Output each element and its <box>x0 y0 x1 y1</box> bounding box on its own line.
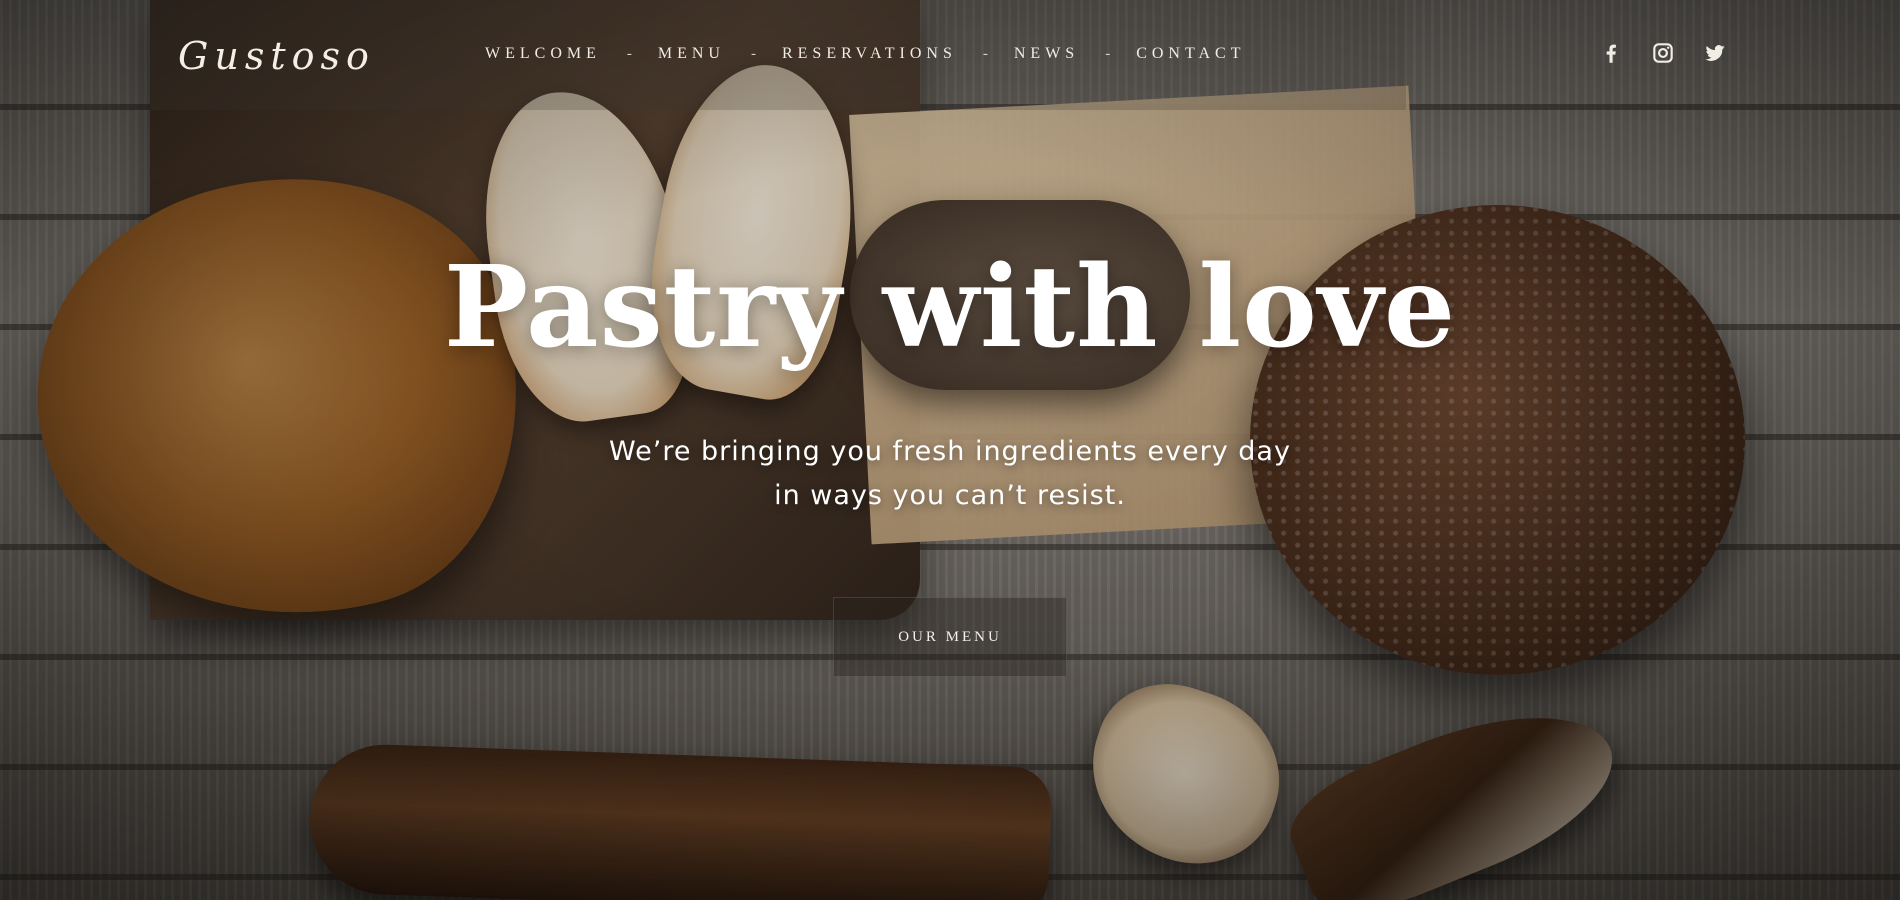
social-links <box>1598 40 1728 66</box>
instagram-icon[interactable] <box>1650 40 1676 66</box>
nav-separator: - <box>626 45 632 62</box>
site-logo[interactable]: Gustoso <box>178 36 375 76</box>
nav-separator: - <box>1105 45 1111 62</box>
facebook-icon[interactable] <box>1598 40 1624 66</box>
nav-item-reservations[interactable]: RESERVATIONS <box>782 45 957 63</box>
hero-subtitle-line-1: We’re bringing you fresh ingredients eve… <box>609 436 1291 467</box>
nav-item-news[interactable]: NEWS <box>1014 45 1079 63</box>
hero-title: Pastry with love <box>443 242 1457 373</box>
nav-item-menu[interactable]: MENU <box>658 45 725 63</box>
hero-subtitle: We’re bringing you fresh ingredients eve… <box>0 430 1900 518</box>
hero-subtitle-line-2: in ways you can’t resist. <box>774 480 1126 511</box>
nav-separator: - <box>750 45 756 62</box>
nav-separator: - <box>982 45 988 62</box>
nav-item-contact[interactable]: CONTACT <box>1136 45 1245 63</box>
nav-item-welcome[interactable]: WELCOME <box>485 45 601 63</box>
twitter-icon[interactable] <box>1702 40 1728 66</box>
main-nav: WELCOME - MENU - RESERVATIONS - NEWS - C… <box>485 44 1245 64</box>
our-menu-button[interactable]: OUR MENU <box>833 597 1067 677</box>
